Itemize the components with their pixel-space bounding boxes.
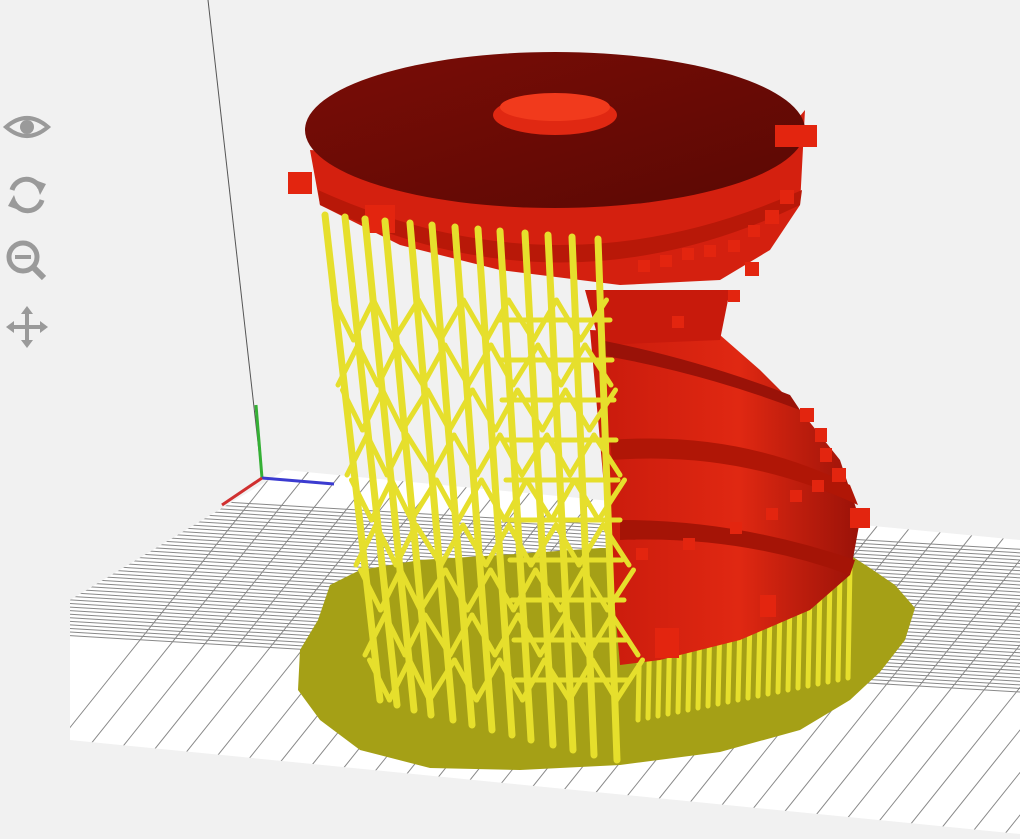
rotate-button[interactable] bbox=[2, 170, 52, 220]
zoom-icon bbox=[6, 240, 47, 281]
eye-icon bbox=[2, 116, 52, 138]
pan-button[interactable] bbox=[2, 302, 52, 352]
vertical-axis-line bbox=[207, 0, 263, 479]
3d-viewport[interactable] bbox=[0, 0, 1020, 834]
scene-canvas[interactable] bbox=[0, 0, 1020, 834]
view-button[interactable] bbox=[2, 104, 52, 154]
move-icon bbox=[6, 306, 48, 348]
zoom-button[interactable] bbox=[2, 236, 52, 286]
rotate-icon bbox=[8, 176, 46, 214]
